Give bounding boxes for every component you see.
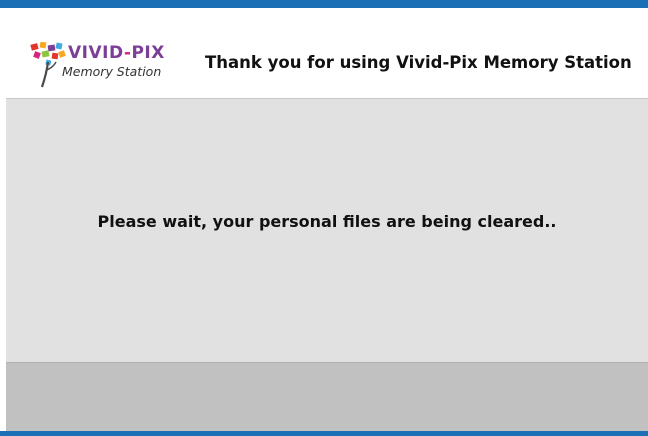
status-message: Please wait, your personal files are bei… [97, 212, 557, 231]
page-title: Thank you for using Vivid-Pix Memory Sta… [205, 53, 632, 72]
bottom-accent-bar [0, 431, 648, 436]
app-window: VIVID-PIX Memory Station Thank you for u… [0, 0, 648, 436]
logo-subtitle: Memory Station [62, 64, 162, 79]
top-accent-bar [0, 0, 648, 8]
vivid-pix-logo: VIVID-PIX Memory Station [28, 42, 168, 94]
logo-word-pix: PIX [131, 43, 165, 63]
logo-wordmark: VIVID-PIX [68, 43, 165, 63]
footer-bar [6, 362, 648, 431]
header: VIVID-PIX Memory Station Thank you for u… [0, 8, 648, 98]
logo-word-vivid: VIVID [68, 43, 124, 63]
main-panel: Please wait, your personal files are bei… [6, 99, 648, 362]
